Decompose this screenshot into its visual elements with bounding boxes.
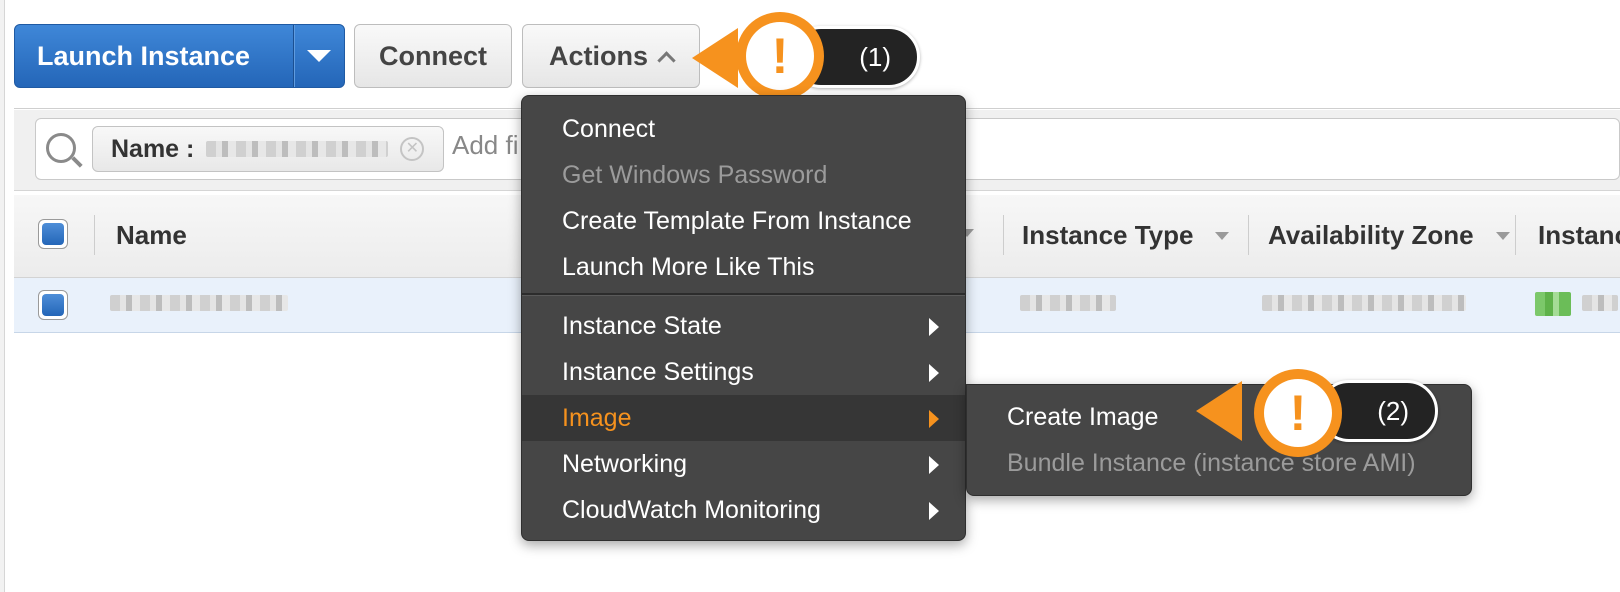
filter-token-name[interactable]: Name : ✕ — [92, 126, 444, 172]
sort-caret-icon — [1495, 231, 1510, 240]
menu-item-instance-settings[interactable]: Instance Settings — [522, 349, 965, 395]
connect-button[interactable]: Connect — [354, 24, 512, 88]
filter-token-value-redacted — [206, 141, 389, 157]
menu-item-launch-more-like-this[interactable]: Launch More Like This — [522, 244, 965, 290]
column-separator — [1248, 215, 1249, 255]
callout-2-badge: ! — [1254, 369, 1342, 457]
callout-1-badge: ! — [736, 12, 824, 100]
callout-1-pointer — [692, 28, 738, 88]
menu-item-connect[interactable]: Connect — [522, 106, 965, 152]
menu-divider — [522, 293, 965, 295]
menu-item-instance-state[interactable]: Instance State — [522, 303, 965, 349]
callout-2-label: (2) — [1377, 395, 1409, 426]
connect-label: Connect — [379, 40, 487, 71]
column-header-availability-zone[interactable]: Availability Zone — [1268, 220, 1510, 251]
caret-down-icon — [307, 50, 331, 62]
column-separator — [1515, 215, 1516, 255]
left-edge — [0, 0, 5, 592]
submenu-arrow-icon — [929, 502, 939, 520]
column-separator — [94, 215, 95, 255]
menu-item-create-template[interactable]: Create Template From Instance — [522, 198, 965, 244]
submenu-arrow-icon — [929, 410, 939, 428]
add-filter-placeholder[interactable]: Add fi — [452, 130, 519, 161]
exclamation-icon: ! — [1264, 379, 1332, 447]
launch-dropdown-toggle[interactable] — [294, 50, 344, 62]
callout-1-label: (1) — [859, 41, 891, 72]
launch-instance-label: Launch Instance — [37, 40, 251, 71]
actions-label: Actions — [548, 40, 648, 71]
menu-item-get-windows-password: Get Windows Password — [562, 160, 828, 189]
actions-button[interactable]: Actions — [522, 24, 700, 88]
actions-menu: Connect Get Windows Password Create Temp… — [521, 95, 966, 541]
instance-name-redacted — [110, 295, 288, 311]
submenu-arrow-icon — [929, 318, 939, 336]
remove-token-icon[interactable]: ✕ — [400, 137, 425, 161]
exclamation-icon: ! — [746, 22, 814, 90]
callout-2-pointer — [1196, 381, 1242, 441]
search-icon — [46, 133, 76, 163]
column-header-instance-type[interactable]: Instance Type — [1022, 220, 1230, 251]
submenu-arrow-icon — [929, 456, 939, 474]
availability-zone-redacted — [1262, 295, 1466, 311]
menu-item-cloudwatch-monitoring[interactable]: CloudWatch Monitoring — [522, 487, 965, 533]
launch-instance-button[interactable]: Launch Instance — [14, 24, 345, 88]
column-separator — [1003, 215, 1004, 255]
submenu-arrow-icon — [929, 364, 939, 382]
instance-state-redacted — [1582, 295, 1618, 311]
instance-state-indicator — [1535, 292, 1571, 316]
column-header-instance-state[interactable]: Instanc — [1538, 220, 1620, 251]
column-header-name[interactable]: Name — [116, 220, 187, 251]
filter-token-key: Name : — [111, 134, 195, 163]
chevron-up-icon — [657, 50, 676, 70]
submenu-item-bundle-instance: Bundle Instance (instance store AMI) — [1007, 448, 1416, 477]
menu-item-networking[interactable]: Networking — [522, 441, 965, 487]
row-checkbox[interactable] — [38, 290, 68, 320]
menu-item-image[interactable]: Image — [522, 395, 965, 441]
sort-caret-icon — [1215, 231, 1230, 240]
select-all-checkbox[interactable] — [38, 219, 68, 249]
instance-type-redacted — [1020, 295, 1116, 311]
